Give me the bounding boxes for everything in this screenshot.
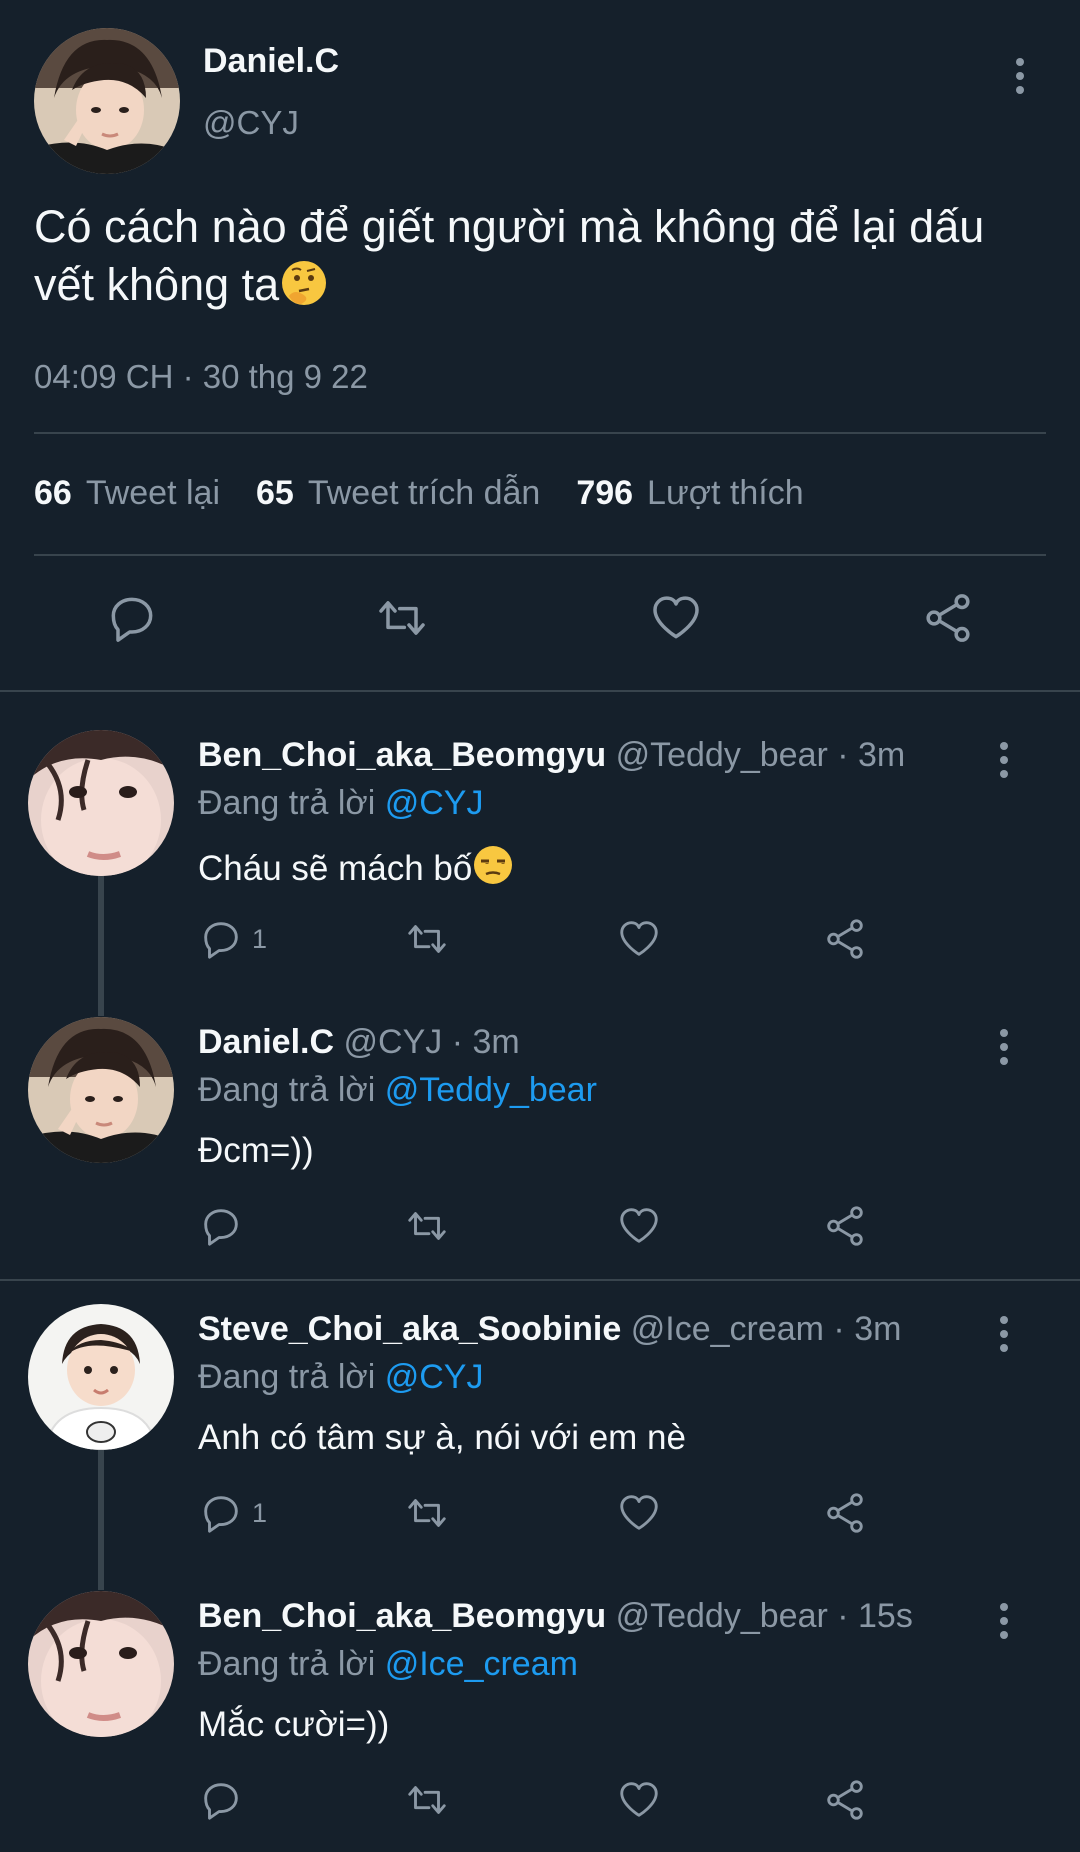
replying-to-label: Đang trả lời [198,1358,385,1396]
reply-time: · 3m [827,736,906,774]
share-icon[interactable] [920,590,976,646]
reply-text: Đcm=)) [198,1131,314,1170]
retweet-icon[interactable] [404,916,450,962]
reply-header: Ben_Choi_aka_Beomgyu @Teddy_bear · 15s [198,1597,913,1636]
avatar[interactable] [28,1017,174,1163]
reply-tweet[interactable]: Ben_Choi_aka_Beomgyu @Teddy_bear · 3m Đa… [0,730,1080,980]
reply-button[interactable] [198,1777,252,1823]
more-options-icon[interactable] [996,1603,1012,1639]
tweet-stats: 66 Tweet lại 65 Tweet trích dẫn 796 Lượt… [34,474,840,513]
quotes-label[interactable]: Tweet trích dẫn [308,474,540,513]
replying-to-mention[interactable]: @Ice_cream [385,1645,578,1683]
quotes-count[interactable]: 65 [256,474,294,513]
reply-author-handle[interactable]: @Ice_cream [631,1310,824,1348]
replying-to-mention[interactable]: @CYJ [385,784,484,822]
reply-icon[interactable] [104,590,160,646]
like-icon[interactable] [648,590,704,646]
more-options-icon[interactable] [996,1029,1012,1065]
replying-to-label: Đang trả lời [198,1645,385,1683]
retweet-icon[interactable] [404,1777,450,1823]
thinking-face-icon [279,258,329,308]
avatar[interactable] [28,730,174,876]
share-icon[interactable] [822,1777,868,1823]
share-icon[interactable] [822,916,868,962]
replying-to: Đang trả lời @CYJ [198,784,483,823]
reply-author-name[interactable]: Ben_Choi_aka_Beomgyu [198,1597,606,1635]
reply-text: Cháu sẽ mách bố [198,844,514,889]
likes-count[interactable]: 796 [576,474,633,513]
divider [34,432,1046,434]
tweet-detail-page: Daniel.C @CYJ Có cách nào để giết người … [0,0,1080,1852]
retweet-icon[interactable] [404,1490,450,1536]
retweet-icon[interactable] [404,1203,450,1249]
reply-tweet[interactable]: Daniel.C @CYJ · 3m Đang trả lời @Teddy_b… [0,1017,1080,1267]
reply-author-name[interactable]: Steve_Choi_aka_Soobinie [198,1310,621,1348]
tweet-timestamp: 04:09 CH · 30 thg 9 22 [34,358,368,395]
tweet-actions [0,590,1080,650]
reply-author-name[interactable]: Ben_Choi_aka_Beomgyu [198,736,606,774]
retweet-icon[interactable] [374,590,430,646]
reply-tweet[interactable]: Steve_Choi_aka_Soobinie @Ice_cream · 3m … [0,1304,1080,1554]
more-options-icon[interactable] [996,742,1012,778]
reply-author-handle[interactable]: @Teddy_bear [616,736,828,774]
reply-button[interactable] [198,1203,252,1249]
like-icon[interactable] [616,916,662,962]
share-icon[interactable] [822,1203,868,1249]
replying-to: Đang trả lời @CYJ [198,1358,483,1397]
reply-button[interactable]: 1 [198,1490,267,1536]
reply-actions: 1 [198,916,898,962]
like-icon[interactable] [616,1777,662,1823]
section-divider [0,1279,1080,1281]
unamused-face-icon [472,844,514,886]
tweet-text-content: Có cách nào để giết người mà không để lạ… [34,201,985,310]
reply-icon[interactable] [198,1203,244,1249]
reply-text: Mắc cười=)) [198,1705,390,1744]
replying-to: Đang trả lời @Ice_cream [198,1645,578,1684]
reply-author-name[interactable]: Daniel.C [198,1023,334,1061]
avatar[interactable] [34,28,180,174]
reply-actions: 1 [198,1490,898,1536]
replying-to-mention[interactable]: @CYJ [385,1358,484,1396]
more-options-icon[interactable] [996,1316,1012,1352]
reply-author-handle[interactable]: @Teddy_bear [616,1597,828,1635]
replying-to-label: Đang trả lời [198,784,385,822]
replying-to: Đang trả lời @Teddy_bear [198,1071,597,1110]
retweets-count[interactable]: 66 [34,474,72,513]
reply-time: · 3m [823,1310,902,1348]
reply-icon[interactable] [198,1777,244,1823]
retweets-label[interactable]: Tweet lại [86,474,220,513]
like-icon[interactable] [616,1203,662,1249]
reply-text-content: Cháu sẽ mách bố [198,849,473,888]
share-icon[interactable] [822,1490,868,1536]
reply-time: · 3m [442,1023,520,1061]
avatar[interactable] [28,1591,174,1737]
replying-to-mention[interactable]: @Teddy_bear [385,1071,597,1109]
like-icon[interactable] [616,1490,662,1536]
author-name[interactable]: Daniel.C [203,42,339,81]
reply-tweet[interactable]: Ben_Choi_aka_Beomgyu @Teddy_bear · 15s Đ… [0,1591,1080,1841]
reply-actions [198,1203,898,1249]
reply-count: 1 [252,1497,268,1528]
reply-header: Daniel.C @CYJ · 3m [198,1023,520,1062]
author-handle[interactable]: @CYJ [203,104,299,142]
reply-icon[interactable] [198,1490,244,1536]
main-tweet: Daniel.C @CYJ Có cách nào để giết người … [0,0,1080,692]
reply-header: Ben_Choi_aka_Beomgyu @Teddy_bear · 3m [198,736,905,775]
reply-author-handle[interactable]: @CYJ [344,1023,443,1061]
replying-to-label: Đang trả lời [198,1071,385,1109]
reply-text: Anh có tâm sự à, nói với em nè [198,1418,686,1457]
reply-time: · 15s [827,1597,913,1635]
reply-count: 1 [252,923,268,954]
reply-button[interactable]: 1 [198,916,267,962]
reply-actions [198,1777,898,1823]
more-options-icon[interactable] [1012,58,1028,94]
divider [34,554,1046,556]
reply-header: Steve_Choi_aka_Soobinie @Ice_cream · 3m [198,1310,901,1349]
likes-label[interactable]: Lượt thích [647,474,804,513]
tweet-text: Có cách nào để giết người mà không để lạ… [34,198,1034,314]
avatar[interactable] [28,1304,174,1450]
section-divider [0,690,1080,692]
reply-icon[interactable] [198,916,244,962]
